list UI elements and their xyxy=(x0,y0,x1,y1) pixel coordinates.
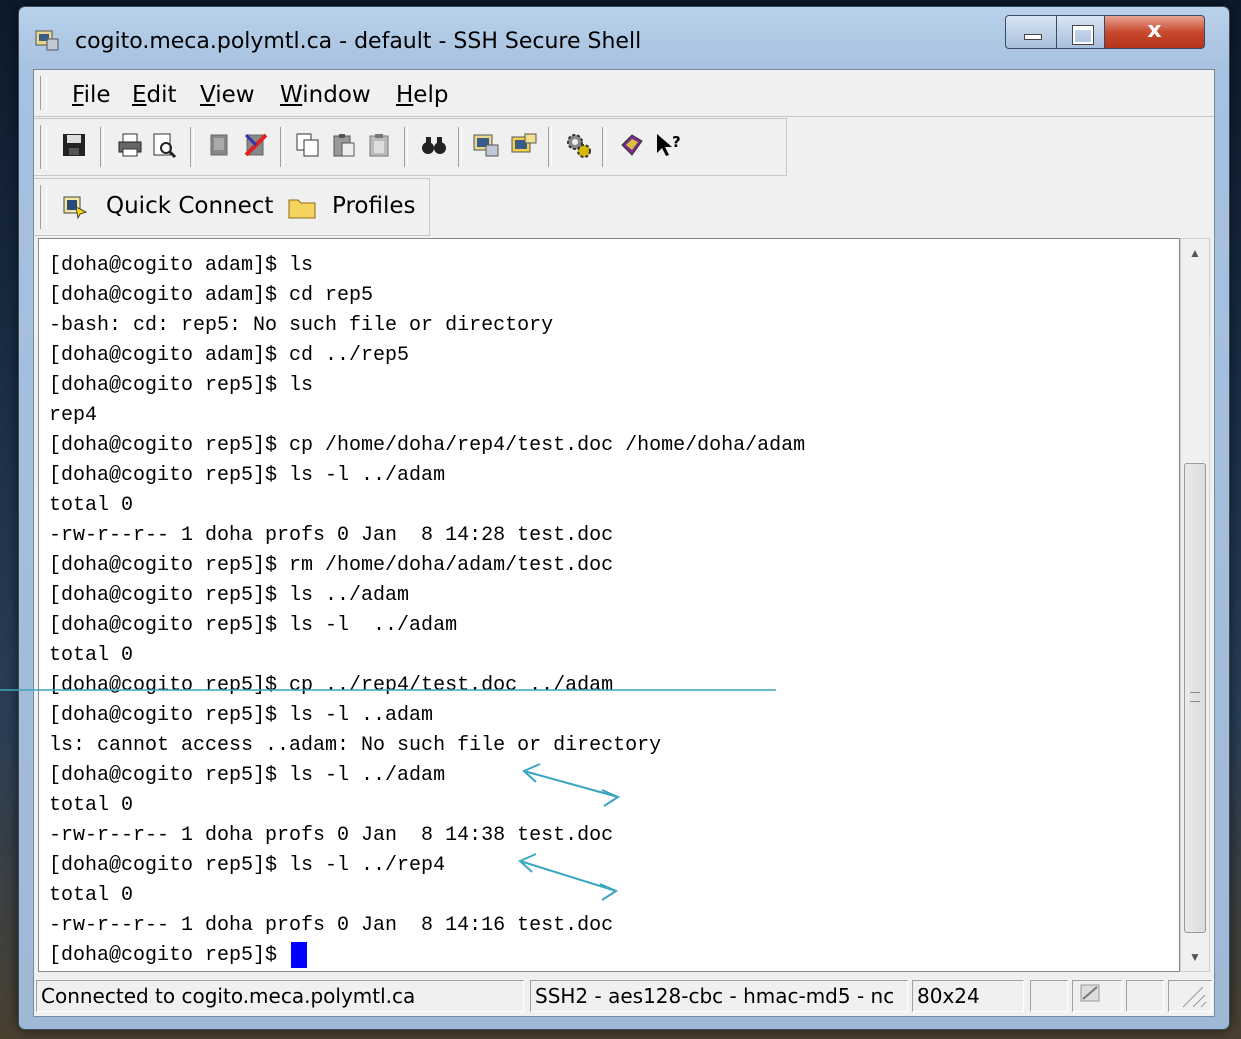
disconnect-red-icon[interactable] xyxy=(240,131,272,163)
terminal-line: [doha@cogito rep5]$ ls -l ..adam xyxy=(49,704,434,727)
main-toolbar: ? xyxy=(34,118,787,176)
toolbar-separator xyxy=(100,127,104,167)
terminal-line: -rw-r--r-- 1 doha profs 0 Jan 8 14:38 te… xyxy=(49,824,614,847)
terminal-line: total 0 xyxy=(49,644,134,667)
terminal-line: [doha@cogito rep5]$ cp ../rep4/test.doc … xyxy=(49,674,614,697)
print-preview-icon[interactable] xyxy=(148,131,180,163)
status-connection: Connected to cogito.meca.polymtl.ca xyxy=(36,980,524,1012)
terminal-line: total 0 xyxy=(49,494,134,517)
terminal-line: [doha@cogito rep5]$ xyxy=(49,941,805,971)
minimize-icon xyxy=(1024,34,1042,40)
client-area: File Edit View Window Help ? Quick Conne… xyxy=(33,69,1215,1017)
menubar-grip[interactable] xyxy=(40,76,47,110)
terminal-line: [doha@cogito adam]$ cd ../rep5 xyxy=(49,344,410,367)
terminal-cursor xyxy=(291,941,308,968)
terminal-view[interactable]: [doha@cogito adam]$ ls [doha@cogito adam]… xyxy=(38,238,1180,972)
disconnect-icon[interactable] xyxy=(204,131,236,163)
status-lock-cell xyxy=(1072,980,1122,1012)
menu-file[interactable]: File xyxy=(72,82,111,108)
paste-alt-icon[interactable] xyxy=(364,131,396,163)
terminal-line: [doha@cogito rep5]$ rm /home/doha/adam/t… xyxy=(49,554,614,577)
terminal-line: -bash: cd: rep5: No such file or directo… xyxy=(49,314,554,337)
maximize-icon xyxy=(1073,26,1093,44)
window-title: cogito.meca.polymtl.ca - default - SSH S… xyxy=(75,29,642,54)
quick-connect-label: Quick Connect xyxy=(106,193,274,219)
terminal-line: ls: cannot access ..adam: No such file o… xyxy=(49,734,662,757)
ssh-window: cogito.meca.polymtl.ca - default - SSH S… xyxy=(18,6,1230,1030)
status-bar: Connected to cogito.meca.polymtl.ca SSH2… xyxy=(34,976,1214,1016)
terminal-line: [doha@cogito adam]$ ls xyxy=(49,254,314,277)
terminal-line: [doha@cogito rep5]$ ls -l ../adam xyxy=(49,764,446,787)
menu-view[interactable]: View xyxy=(200,82,255,108)
terminal-line: [doha@cogito rep5]$ ls -l ../rep4 xyxy=(49,854,446,877)
toolbar-separator xyxy=(548,127,552,167)
terminal-line: [doha@cogito rep5]$ ls xyxy=(49,374,314,397)
minimize-button[interactable] xyxy=(1005,15,1057,49)
maximize-button[interactable] xyxy=(1057,15,1105,49)
folder-icon xyxy=(288,199,316,219)
quick-connect-icon xyxy=(63,196,88,219)
vertical-scrollbar[interactable]: ▲ ▼ xyxy=(1180,238,1210,972)
toolbar-separator xyxy=(280,127,284,167)
scroll-down-arrow[interactable]: ▼ xyxy=(1181,943,1209,971)
close-icon: x xyxy=(1147,18,1162,43)
status-size: 80x24 xyxy=(912,980,1024,1012)
profiles-label: Profiles xyxy=(332,193,416,219)
scroll-up-arrow[interactable]: ▲ xyxy=(1181,239,1209,267)
paste-icon[interactable] xyxy=(328,131,360,163)
context-help-icon[interactable]: ? xyxy=(652,131,684,163)
terminal-line: -rw-r--r-- 1 doha profs 0 Jan 8 14:28 te… xyxy=(49,524,614,547)
new-terminal-icon[interactable] xyxy=(470,131,502,163)
print-icon[interactable] xyxy=(114,131,146,163)
scroll-thumb[interactable] xyxy=(1184,463,1206,933)
close-button[interactable]: x xyxy=(1105,15,1205,49)
toolbar-separator xyxy=(404,127,408,167)
resize-grip-icon xyxy=(1182,986,1207,1008)
terminal-output: [doha@cogito adam]$ ls [doha@cogito adam]… xyxy=(49,251,805,971)
quick-connect-bar: Quick Connect Profiles xyxy=(34,178,430,236)
terminal-line: [doha@cogito rep5]$ cp /home/doha/rep4/t… xyxy=(49,434,806,457)
terminal-line: [doha@cogito rep5]$ ls -l ../adam xyxy=(49,464,446,487)
terminal-line: total 0 xyxy=(49,794,134,817)
toolbar-grip[interactable] xyxy=(40,125,47,169)
menu-window[interactable]: Window xyxy=(280,82,371,108)
toolbar-separator xyxy=(190,127,194,167)
find-icon[interactable] xyxy=(418,131,450,163)
terminal-line: [doha@cogito rep5]$ ls ../adam xyxy=(49,584,410,607)
thumb-grip-icon xyxy=(1190,692,1200,702)
help-book-icon[interactable] xyxy=(616,131,648,163)
menu-bar: File Edit View Window Help xyxy=(34,70,1214,117)
toolbar-separator xyxy=(602,127,606,167)
terminal-line: rep4 xyxy=(49,404,98,427)
ssh-app-icon xyxy=(35,30,59,51)
activity-icon xyxy=(1080,984,1100,1002)
status-cipher: SSH2 - aes128-cbc - hmac-md5 - nc xyxy=(530,980,908,1012)
copy-icon[interactable] xyxy=(292,131,324,163)
terminal-line: [doha@cogito adam]$ cd rep5 xyxy=(49,284,374,307)
title-bar[interactable]: cogito.meca.polymtl.ca - default - SSH S… xyxy=(19,7,1229,69)
terminal-line: total 0 xyxy=(49,884,134,907)
svg-text:?: ? xyxy=(672,133,681,151)
quickbar-grip[interactable] xyxy=(40,185,47,229)
status-empty-cell xyxy=(1030,980,1068,1012)
toolbar-separator xyxy=(458,127,462,167)
terminal-line: -rw-r--r-- 1 doha profs 0 Jan 8 14:16 te… xyxy=(49,914,614,937)
settings-icon[interactable] xyxy=(562,131,594,163)
terminal-line: [doha@cogito rep5]$ ls -l ../adam xyxy=(49,614,458,637)
new-file-transfer-icon[interactable] xyxy=(508,131,540,163)
resize-grip[interactable] xyxy=(1168,980,1212,1012)
status-empty-cell-2 xyxy=(1126,980,1164,1012)
menu-edit[interactable]: Edit xyxy=(132,82,177,108)
save-icon[interactable] xyxy=(58,131,90,163)
menu-help[interactable]: Help xyxy=(396,82,448,108)
